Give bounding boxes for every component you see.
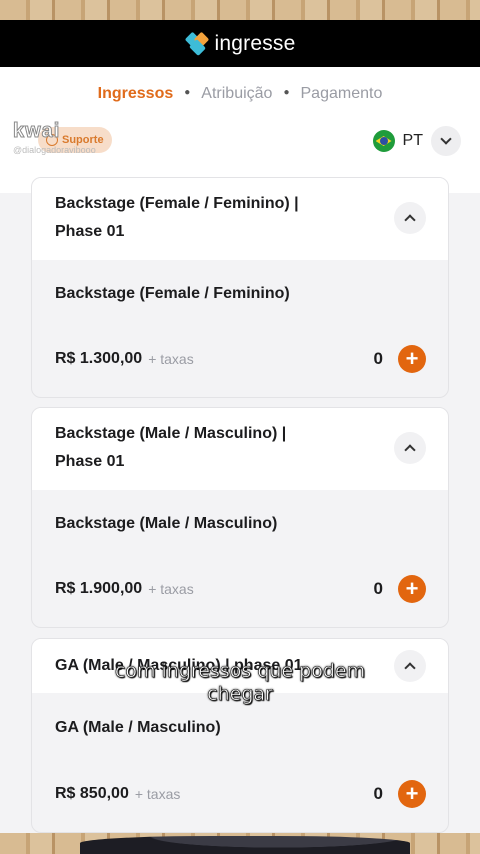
presenter-silhouette	[80, 836, 410, 854]
caption-line: chegar	[207, 683, 273, 706]
ticket-title: Backstage (Male / Masculino) |	[55, 425, 287, 442]
checkout-steps: Ingressos ● Atribuição ● Pagamento	[0, 85, 480, 103]
ticket-quantity: 0	[373, 349, 383, 368]
ticket-phase: Phase 01	[55, 223, 125, 240]
add-ticket-button[interactable]: +	[398, 345, 426, 373]
chevron-up-icon	[404, 444, 416, 456]
app-header: ingresse	[0, 20, 480, 67]
language-selector[interactable]: PT	[372, 126, 461, 156]
add-ticket-button[interactable]: +	[398, 780, 426, 808]
ticket-quantity: 0	[373, 579, 383, 598]
collapse-button[interactable]	[394, 202, 426, 234]
ticket-header[interactable]: Backstage (Female / Feminino) | Phase 01	[32, 178, 448, 260]
ticket-name: Backstage (Female / Feminino)	[55, 285, 290, 302]
ticket-quantity: 0	[373, 784, 383, 803]
wood-background-top	[0, 0, 480, 20]
kwai-logo: kwai	[13, 120, 61, 143]
watermark-handle: @dialogadoravibooo	[13, 145, 96, 155]
ticket-taxes: + taxas	[134, 786, 181, 802]
phone-screen: ingresse Ingressos ● Atribuição ● Pagamento …	[0, 20, 480, 833]
step-ingressos[interactable]: Ingressos	[98, 85, 174, 102]
chevron-up-icon	[404, 214, 416, 226]
video-caption: com ingressos que podem chegar	[0, 660, 480, 706]
price-row: R$ 1.300,00 + taxas 0 +	[55, 345, 426, 373]
ingresse-logo-icon	[184, 31, 209, 56]
brand-name: ingresse	[214, 31, 296, 55]
step-atribuicao[interactable]: Atribuição	[201, 85, 272, 102]
ticket-card: Backstage (Female / Feminino) | Phase 01…	[31, 177, 449, 398]
ticket-title: Backstage (Female / Feminino) |	[55, 195, 299, 212]
brazil-flag-icon	[372, 130, 395, 152]
caption-line: com ingressos que podem	[114, 660, 366, 683]
ticket-taxes: + taxas	[148, 351, 194, 367]
ticket-price: R$ 1.300,00	[55, 350, 143, 367]
ticket-name: GA (Male / Masculino)	[55, 719, 221, 736]
language-dropdown-button[interactable]	[431, 126, 461, 156]
ticket-phase: Phase 01	[55, 453, 125, 470]
price-row: R$ 850,00 + taxas 0 +	[55, 780, 426, 808]
step-pagamento[interactable]: Pagamento	[301, 85, 383, 102]
kwai-watermark: kwai @dialogadoravibooo	[13, 120, 96, 156]
price-row: R$ 1.900,00 + taxas 0 +	[55, 575, 426, 603]
ticket-taxes: + taxas	[148, 581, 194, 597]
language-label: PT	[402, 132, 423, 149]
step-separator: ●	[184, 87, 191, 98]
ticket-header[interactable]: Backstage (Male / Masculino) | Phase 01	[32, 408, 448, 490]
step-separator: ●	[283, 87, 290, 98]
collapse-button[interactable]	[394, 432, 426, 464]
ticket-price: R$ 1.900,00	[55, 580, 143, 597]
ticket-card: Backstage (Male / Masculino) | Phase 01 …	[31, 407, 449, 628]
chevron-down-icon	[440, 133, 452, 145]
ticket-name: Backstage (Male / Masculino)	[55, 515, 278, 532]
add-ticket-button[interactable]: +	[398, 575, 426, 603]
ticket-price: R$ 850,00	[55, 785, 129, 802]
